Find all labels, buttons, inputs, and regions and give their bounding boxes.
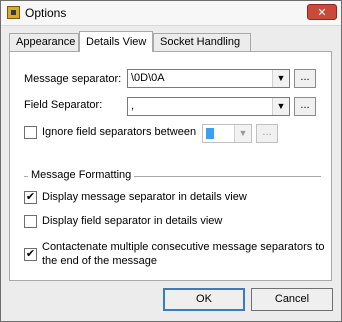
cancel-button[interactable]: Cancel xyxy=(251,288,333,311)
close-button[interactable]: ✕ xyxy=(307,4,337,20)
field-separator-value: , xyxy=(131,100,135,112)
options-dialog: Options ✕ Appearance Details View Socket… xyxy=(0,0,342,322)
app-icon xyxy=(7,6,20,19)
message-formatting-title: Message Formatting xyxy=(28,169,135,181)
chevron-down-icon[interactable]: ▼ xyxy=(272,70,289,87)
ok-button[interactable]: OK xyxy=(163,288,245,311)
window-title: Options xyxy=(25,6,67,20)
details-view-panel: Message separator: \0D\0A ▼ ... Field Se… xyxy=(9,51,332,281)
display-message-separator-checkbox[interactable]: ✔ xyxy=(24,191,37,204)
enclosure-browse-button[interactable]: ... xyxy=(256,124,278,143)
title-bar: Options ✕ xyxy=(1,1,341,26)
field-separator-label: Field Separator: xyxy=(24,99,103,111)
tab-socket-handling[interactable]: Socket Handling xyxy=(153,33,251,51)
chevron-down-icon[interactable]: ▼ xyxy=(234,125,251,142)
ignore-separators-label: Ignore field separators between xyxy=(42,126,197,138)
display-message-separator-label: Display message separator in details vie… xyxy=(42,191,247,203)
message-separator-label: Message separator: xyxy=(24,73,122,85)
ignore-separators-checkbox[interactable] xyxy=(24,126,37,139)
enclosure-combo[interactable]: ▼ xyxy=(202,124,252,143)
message-separator-browse-button[interactable]: ... xyxy=(294,69,316,88)
field-separator-browse-button[interactable]: ... xyxy=(294,97,316,116)
field-separator-combo[interactable]: , ▼ xyxy=(127,97,290,116)
concatenate-separators-label-line1: Contactenate multiple consecutive messag… xyxy=(42,241,325,253)
tab-details-view[interactable]: Details View xyxy=(79,31,153,52)
display-field-separator-checkbox[interactable] xyxy=(24,215,37,228)
chevron-down-icon[interactable]: ▼ xyxy=(272,98,289,115)
message-separator-combo[interactable]: \0D\0A ▼ xyxy=(127,69,290,88)
concatenate-separators-label-line2: the end of the message xyxy=(42,255,157,267)
concatenate-separators-checkbox[interactable]: ✔ xyxy=(24,248,37,261)
display-field-separator-label: Display field separator in details view xyxy=(42,215,223,227)
tab-appearance[interactable]: Appearance xyxy=(9,33,79,51)
enclosure-color-swatch xyxy=(206,128,214,139)
message-separator-value: \0D\0A xyxy=(131,72,165,84)
